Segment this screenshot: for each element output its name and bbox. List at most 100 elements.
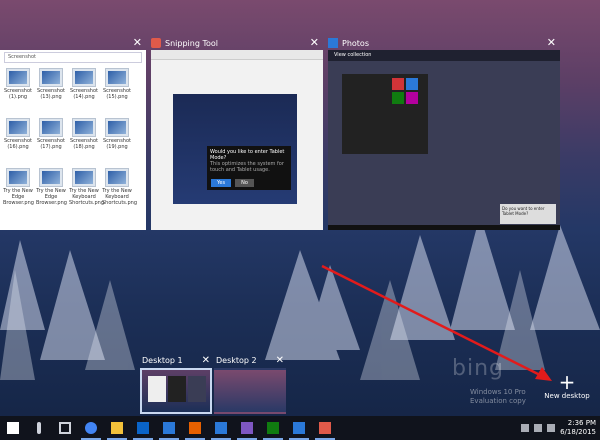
file-label: Screenshot (13).png	[37, 88, 65, 100]
file-item[interactable]: Screenshot (17).png	[37, 118, 65, 150]
photos-toolbar: View collection	[328, 50, 560, 61]
file-item[interactable]: Screenshot (1).png	[4, 68, 32, 100]
file-label: Screenshot (19).png	[103, 138, 131, 150]
yes-button[interactable]: Yes	[211, 179, 232, 187]
tablet-prompt: Do you want to enter Tablet Mode?	[500, 204, 556, 224]
file-label: Try the New Edge Browser.png	[36, 188, 67, 206]
edge-glyph	[163, 422, 175, 434]
file-thumbnail	[9, 171, 27, 184]
clock-date: 6/18/2015	[560, 428, 596, 436]
chrome-icon[interactable]	[78, 416, 104, 440]
desktop-1-thumbnail[interactable]	[140, 368, 212, 414]
file-label: Screenshot (16).png	[4, 138, 32, 150]
snip-content: Would you like to enter Tablet Mode? Thi…	[151, 50, 323, 230]
battery-icon[interactable]	[547, 424, 556, 432]
file-thumbnail	[9, 71, 27, 84]
desktop-2[interactable]: Desktop 2 ✕	[214, 354, 286, 414]
close-icon[interactable]: ✕	[547, 36, 556, 50]
visual-studio-icon[interactable]	[234, 416, 260, 440]
file-label: Try the New Keyboard Shortcuts.png	[69, 188, 105, 206]
windows-logo-glyph	[7, 422, 19, 434]
mail-icon[interactable]	[208, 416, 234, 440]
plus-icon: +	[558, 370, 576, 394]
file-item[interactable]: Screenshot (16).png	[4, 118, 32, 150]
volume-icon[interactable]	[534, 424, 543, 432]
file-label: Screenshot (18).png	[70, 138, 98, 150]
file-label: Try the New Edge Browser.png	[3, 188, 34, 206]
task-view-icon[interactable]	[52, 416, 78, 440]
close-icon[interactable]: ✕	[276, 354, 284, 368]
file-explorer-glyph	[111, 422, 123, 434]
file-item[interactable]: Try the New Keyboard Shortcuts.png	[69, 168, 104, 206]
xbox-icon[interactable]	[260, 416, 286, 440]
file-label: Screenshot (1).png	[4, 88, 32, 100]
firefox-icon[interactable]	[182, 416, 208, 440]
microphone-glyph	[37, 422, 41, 434]
file-thumbnail	[42, 71, 60, 84]
virtual-desktops-strip: Desktop 1 ✕ Desktop 2 ✕	[0, 354, 600, 416]
chrome-glyph	[85, 422, 97, 434]
photos-glyph	[293, 422, 305, 434]
photos-taskbar-preview	[328, 225, 560, 230]
task-view-glyph	[59, 422, 71, 434]
file-item[interactable]: Try the New Keyboard Shortcuts.png	[102, 168, 137, 206]
desktop-1[interactable]: Desktop 1 ✕	[140, 354, 212, 414]
windows-logo-icon[interactable]	[0, 416, 26, 440]
edge-icon[interactable]	[156, 416, 182, 440]
snip-title: Snipping Tool	[165, 38, 218, 48]
file-item[interactable]: Screenshot (14).png	[70, 68, 98, 100]
outlook-icon[interactable]	[130, 416, 156, 440]
photos-title: Photos	[342, 38, 369, 48]
dialog-text: This optimizes the system for touch and …	[210, 161, 284, 173]
close-icon[interactable]: ✕	[202, 354, 210, 368]
no-button[interactable]: No	[235, 179, 254, 187]
file-thumbnail	[108, 171, 126, 184]
clock[interactable]: 2:36 PM 6/18/2015	[560, 419, 596, 437]
file-thumbnail	[108, 71, 126, 84]
file-thumbnail	[42, 121, 60, 134]
snipping-tool-icon[interactable]	[312, 416, 338, 440]
firefox-glyph	[189, 422, 201, 434]
snipping-tool-glyph	[319, 422, 331, 434]
network-icon[interactable]	[521, 424, 530, 432]
file-thumbnail	[75, 71, 93, 84]
snip-caption: Snipping Tool ✕	[151, 36, 323, 50]
dialog-title: Would you like to enter Tablet Mode?	[210, 149, 285, 161]
file-label: Screenshot (15).png	[103, 88, 131, 100]
file-explorer-icon[interactable]	[104, 416, 130, 440]
file-item[interactable]: Screenshot (19).png	[103, 118, 131, 150]
photos-app-icon	[328, 38, 338, 48]
file-explorer-window[interactable]: ✕ Screenshot Screenshot (1).png Screensho…	[0, 36, 146, 230]
close-icon[interactable]: ✕	[133, 36, 142, 50]
file-item[interactable]: Screenshot (13).png	[37, 68, 65, 100]
photos-icon[interactable]	[286, 416, 312, 440]
start-menu-preview	[342, 74, 428, 154]
explorer-caption: ✕	[0, 36, 146, 50]
visual-studio-glyph	[241, 422, 253, 434]
address-bar[interactable]: Screenshot	[4, 52, 142, 63]
file-item[interactable]: Screenshot (15).png	[103, 68, 131, 100]
microphone-icon[interactable]	[26, 416, 52, 440]
xbox-glyph	[267, 422, 279, 434]
photos-content: View collection Do you want to enter Tab…	[328, 50, 560, 230]
close-icon[interactable]: ✕	[310, 36, 319, 50]
file-thumbnail	[108, 121, 126, 134]
file-item[interactable]: Try the New Edge Browser.png	[3, 168, 34, 206]
system-tray: 2:36 PM 6/18/2015	[521, 416, 596, 440]
file-label: Screenshot (14).png	[70, 88, 98, 100]
new-desktop-button[interactable]: + New desktop	[540, 372, 594, 412]
captured-image: Would you like to enter Tablet Mode? Thi…	[173, 94, 297, 204]
file-item[interactable]: Screenshot (18).png	[70, 118, 98, 150]
clock-time: 2:36 PM	[567, 419, 596, 427]
photos-window[interactable]: Photos ✕ View collection Do you want to …	[328, 36, 560, 230]
desktop-2-thumbnail[interactable]	[214, 368, 286, 414]
snip-toolbar	[151, 50, 323, 60]
file-thumbnail	[9, 121, 27, 134]
file-item[interactable]: Try the New Edge Browser.png	[36, 168, 67, 206]
photos-caption: Photos ✕	[328, 36, 560, 50]
file-thumbnail	[75, 121, 93, 134]
taskbar: 2:36 PM 6/18/2015	[0, 416, 600, 440]
snipping-tool-window[interactable]: Snipping Tool ✕ Would you like to enter …	[151, 36, 323, 230]
desktop-1-label: Desktop 1	[142, 356, 183, 365]
file-thumbnail	[42, 171, 60, 184]
